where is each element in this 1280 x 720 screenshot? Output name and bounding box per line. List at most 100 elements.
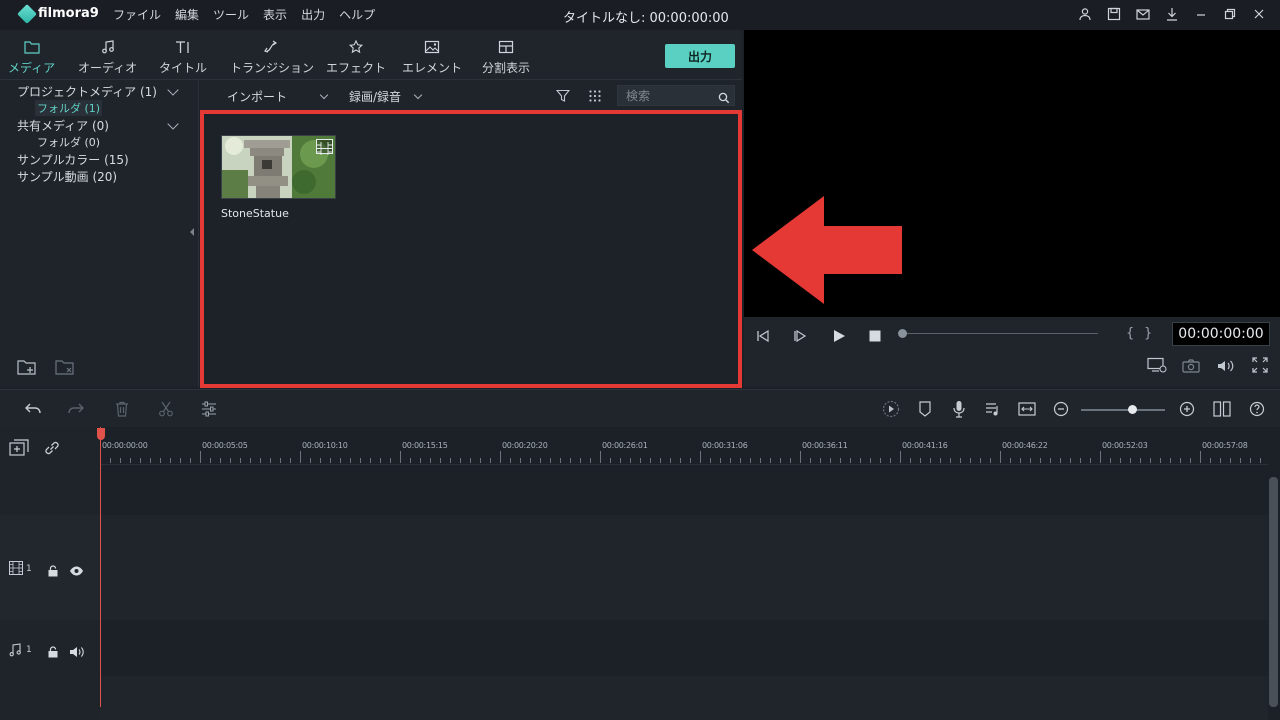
minimize-icon[interactable] — [1194, 7, 1208, 21]
playhead[interactable] — [100, 427, 101, 707]
save-icon[interactable] — [1107, 7, 1121, 21]
restore-icon[interactable] — [1223, 7, 1237, 21]
timeline-scrollbar-thumb[interactable] — [1269, 477, 1278, 707]
menu-export[interactable]: 出力 — [301, 6, 325, 23]
mail-icon[interactable] — [1136, 7, 1150, 21]
playback-progress-track[interactable] — [902, 333, 1098, 334]
add-track-icon[interactable] — [9, 439, 29, 461]
marker-icon[interactable] — [916, 400, 934, 418]
music-note-icon — [100, 39, 116, 55]
app-name: filmora9 — [38, 6, 99, 21]
close-icon[interactable] — [1252, 7, 1266, 21]
speaker-icon[interactable] — [69, 643, 85, 662]
ruler-label: 00:00:41:16 — [902, 441, 948, 450]
mark-out-icon[interactable]: } — [1144, 326, 1152, 341]
effect-icon — [348, 39, 364, 55]
tab-media-label: メディア — [8, 61, 56, 75]
previous-frame-icon[interactable] — [756, 328, 772, 347]
filter-icon[interactable] — [555, 88, 571, 107]
ruler-label: 00:00:46:22 — [1002, 441, 1048, 450]
zoom-out-icon[interactable] — [1052, 400, 1070, 418]
fit-timeline-icon[interactable] — [1018, 400, 1036, 418]
eye-icon[interactable] — [69, 562, 84, 581]
tab-transitions[interactable]: トランジション — [230, 39, 314, 76]
track-headers: 1 1 — [0, 427, 100, 720]
ruler-label: 00:00:36:11 — [802, 441, 848, 450]
microphone-icon[interactable] — [950, 400, 968, 418]
timeline-ruler[interactable]: 00:00:00:00 00:00:05:05 00:00:10:10 00:0… — [100, 427, 1268, 465]
link-icon[interactable] — [43, 439, 61, 461]
tab-effects[interactable]: エフェクト — [326, 39, 386, 76]
play-icon[interactable] — [832, 328, 846, 347]
media-thumbnail[interactable] — [221, 135, 336, 199]
menu-tools[interactable]: ツール — [213, 6, 249, 23]
account-icon[interactable] — [1078, 7, 1092, 21]
record-dropdown[interactable]: 録画/録音 — [349, 88, 423, 105]
cut-icon[interactable] — [157, 400, 175, 418]
video-track-number: 1 — [26, 564, 32, 574]
volume-icon[interactable] — [1217, 358, 1235, 377]
delete-icon[interactable] — [113, 400, 131, 418]
tab-media[interactable]: メディア — [3, 39, 60, 85]
menu-help[interactable]: ヘルプ — [339, 6, 375, 23]
playback-scrubber[interactable] — [898, 329, 907, 338]
zoom-in-icon[interactable] — [1178, 400, 1196, 418]
sidebar-item-shared-folder[interactable]: フォルダ (0) — [37, 134, 100, 150]
audio-track[interactable] — [100, 620, 1268, 676]
import-label: インポート — [227, 90, 288, 104]
title-bar: filmora9 ファイル 編集 ツール 表示 出力 ヘルプ タイトルなし: 0… — [0, 0, 1280, 30]
video-track[interactable] — [100, 515, 1268, 620]
chevron-down-icon[interactable] — [167, 118, 179, 130]
menu-file[interactable]: ファイル — [113, 6, 161, 23]
title-icon — [175, 39, 191, 55]
collapse-panel-icon[interactable] — [190, 228, 194, 236]
sidebar-item-sample-videos[interactable]: サンプル動画 (20) — [17, 168, 117, 185]
stop-icon[interactable] — [868, 328, 882, 347]
element-icon — [424, 39, 440, 55]
lock-icon[interactable] — [47, 562, 59, 581]
undo-icon[interactable] — [24, 400, 42, 418]
menu-view[interactable]: 表示 — [263, 6, 287, 23]
render-icon[interactable] — [882, 400, 900, 418]
next-frame-icon[interactable] — [793, 328, 809, 347]
fullscreen-icon[interactable] — [1252, 357, 1268, 377]
tab-split-screen-label: 分割表示 — [482, 61, 531, 75]
tab-elements[interactable]: エレメント — [402, 39, 462, 76]
tab-audio[interactable]: オーディオ — [78, 39, 137, 76]
ruler-ticks — [100, 451, 1261, 463]
playhead-handle[interactable] — [97, 428, 105, 440]
new-folder-icon[interactable] — [17, 358, 37, 380]
export-button[interactable]: 出力 — [665, 44, 735, 68]
render-preview-icon[interactable] — [1147, 357, 1167, 377]
mark-in-icon[interactable]: { — [1126, 326, 1134, 341]
timeline-empty-track[interactable] — [100, 676, 1268, 720]
sidebar-item-shared-media[interactable]: 共有メディア (0) — [17, 117, 109, 134]
redo-icon[interactable] — [67, 400, 85, 418]
search-icon[interactable] — [718, 89, 730, 108]
sidebar-item-sample-colors[interactable]: サンプルカラー (15) — [17, 151, 129, 168]
audio-track-icon — [9, 642, 21, 661]
lock-icon[interactable] — [47, 643, 59, 662]
video-track-header: 1 — [0, 515, 100, 620]
app-logo: filmora9 — [17, 3, 99, 24]
sidebar-item-project-folder[interactable]: フォルダ (1) — [35, 100, 103, 116]
menu-edit[interactable]: 編集 — [175, 6, 199, 23]
delete-folder-icon[interactable] — [55, 358, 75, 380]
download-icon[interactable] — [1165, 7, 1179, 21]
import-dropdown[interactable]: インポート — [227, 88, 329, 105]
timeline-empty-track[interactable] — [100, 466, 1268, 515]
grid-view-icon[interactable] — [588, 88, 602, 107]
zoom-slider[interactable] — [1081, 409, 1165, 411]
split-view-icon[interactable] — [1213, 400, 1231, 418]
voiceover-icon[interactable] — [984, 400, 1002, 418]
zoom-slider-handle[interactable] — [1128, 405, 1137, 414]
sidebar-item-project-media[interactable]: プロジェクトメディア (1) — [17, 83, 157, 100]
snapshot-camera-icon[interactable] — [1182, 358, 1200, 377]
help-icon[interactable] — [1248, 400, 1266, 418]
timeline-toolbar — [0, 389, 1280, 427]
tab-titles[interactable]: タイトル — [159, 39, 207, 76]
adjust-icon[interactable] — [200, 400, 218, 418]
chevron-down-icon[interactable] — [167, 84, 179, 96]
tab-split-screen[interactable]: 分割表示 — [482, 39, 530, 76]
chevron-down-icon — [319, 90, 329, 100]
